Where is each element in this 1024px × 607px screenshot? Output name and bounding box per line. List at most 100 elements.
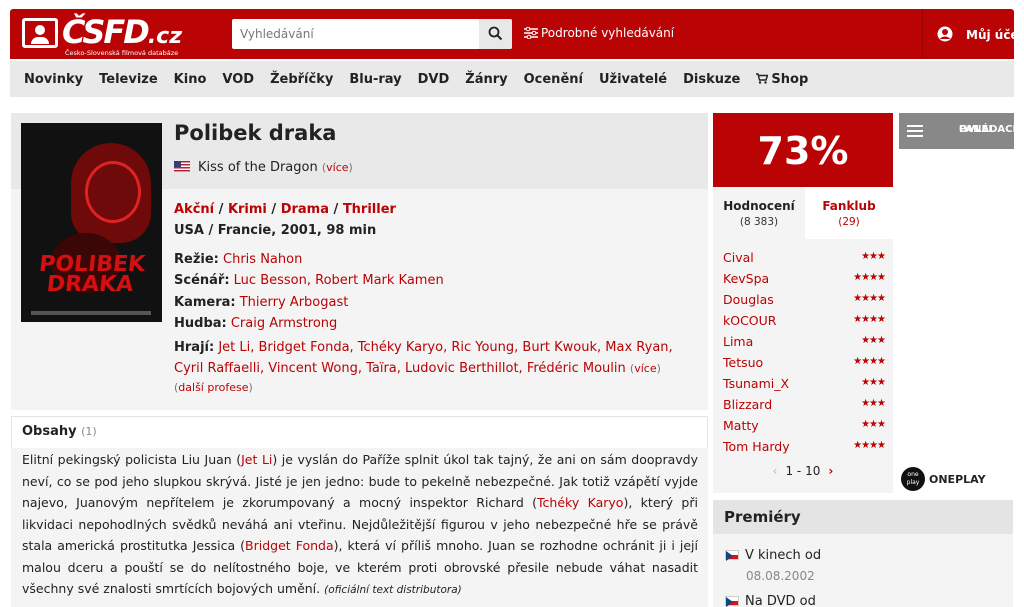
search-icon [488,26,503,41]
control-panel-button[interactable]: OVLÁDACÍ PANEL [899,113,1016,149]
rating-user-link[interactable]: Tsunami_X [723,376,789,391]
credit-name-link[interactable]: Craig Armstrong [231,316,337,331]
rating-user-link[interactable]: Tom Hardy [723,439,790,454]
rating-stars: ★★★ [861,377,886,388]
tab-ratings[interactable]: Hodnocení (8 383) [713,187,805,239]
rating-row: Tsunami_X ★★★ [723,374,886,395]
other-professions: (další profese) [174,381,253,394]
menu-lines-icon [907,125,923,137]
rating-user-link[interactable]: Douglas [723,292,774,307]
actor-link[interactable]: Tchéky Karyo [537,495,623,510]
credit-name-link[interactable]: Luc Besson, Robert Mark Kamen [234,273,444,288]
rating-row: kOCOUR ★★★★ [723,311,886,332]
menu-item-uzivatele[interactable]: Uživatelé [599,72,667,87]
menu-item-diskuze[interactable]: Diskuze [683,72,740,87]
rating-user-link[interactable]: Blizzard [723,397,772,412]
rating-row: Matty ★★★ [723,416,886,437]
menu-item-dvd[interactable]: DVD [418,72,450,87]
rating-row: Douglas ★★★★ [723,290,886,311]
rating-row: Tetsuo ★★★★ [723,353,886,374]
menu-item-televize[interactable]: Televize [99,72,158,87]
poster-art-dragon [71,143,151,243]
actor-link[interactable]: Bridget Fonda [245,538,334,553]
logo-tagline: Česko-Slovenská filmová databáze [65,49,179,57]
more-cast-link[interactable]: více [634,362,656,375]
credit-music: Hudba: Craig Armstrong [174,316,338,331]
rating-user-link[interactable]: Lima [723,334,753,349]
csfd-logo[interactable]: ČSFD.cz Česko-Slovenská filmová databáze [22,13,192,57]
premiere-cinema: V kinech od [725,548,821,563]
tab-fanclub[interactable]: Fanklub (29) [805,187,893,239]
plot-header [11,416,708,448]
rating-user-link[interactable]: KevSpa [723,271,769,286]
user-icon [937,26,953,42]
rating-stars: ★★★★ [853,356,886,367]
rating-user-link[interactable]: kOCOUR [723,313,776,328]
rating-stars: ★★★ [861,251,886,262]
menu-item-zebricky[interactable]: Žebříčky [270,72,333,87]
account-button[interactable]: Můj účet [922,9,1024,59]
more-titles-link[interactable]: více [326,161,348,174]
search-box [232,19,512,49]
main-menu: Novinky Televize Kino VOD Žebříčky Blu-r… [10,61,1014,97]
oneplay-link[interactable]: one play ONEPLAY [899,467,1014,493]
menu-item-bluray[interactable]: Blu-ray [349,72,401,87]
credit-camera: Kamera: Thierry Arbogast [174,295,349,310]
menu-item-oceneni[interactable]: Ocenění [524,72,583,87]
poster-credits-strip [31,311,151,315]
actor-link[interactable]: Jet Li [241,452,272,467]
oneplay-logo: one play [901,467,925,491]
search-input[interactable] [232,19,480,49]
genre-link[interactable]: Thriller [343,202,396,217]
credit-cast: Hrají: Jet Li, Bridget Fonda, Tchéky Kar… [174,340,673,376]
genre-link[interactable]: Akční [174,202,214,217]
cz-flag-icon [725,596,739,607]
us-flag-icon [174,161,190,172]
credit-director: Režie: Chris Nahon [174,252,303,267]
plot-source: (oficiální text distributora) [324,584,462,596]
genre-link[interactable]: Krimi [228,202,267,217]
cast-links[interactable]: Jet Li, Bridget Fonda, Tchéky Karyo, Ric… [174,340,673,376]
premiere-cinema-date: 08.08.2002 [746,569,815,583]
genres: Akční / Krimi / Drama / Thriller [174,202,396,217]
credit-name-link[interactable]: Chris Nahon [223,252,302,267]
user-ratings-list: Cival ★★★ KevSpa ★★★★ Douglas ★★★★ kOCOUR ★★★★ L… [723,248,886,458]
rating-user-link[interactable]: Cival [723,250,754,265]
rating-stars: ★★★ [861,398,886,409]
rating-row: Tom Hardy ★★★★ [723,437,886,458]
logo-wordmark: ČSFD.cz [62,13,183,51]
advanced-search-link[interactable]: Podrobné vyhledávání [524,26,674,40]
film-title: Polibek draka [174,121,337,145]
search-button[interactable] [479,19,512,49]
rating-user-link[interactable]: Matty [723,418,759,433]
rating-row: Blizzard ★★★ [723,395,886,416]
genre-link[interactable]: Drama [281,202,329,217]
film-person-icon [22,18,58,48]
menu-item-zanry[interactable]: Žánry [465,72,507,87]
prev-page-icon[interactable]: ‹ [773,464,778,478]
menu-item-shop[interactable]: Shop [756,72,808,87]
menu-item-vod[interactable]: VOD [222,72,254,87]
rating-stars: ★★★ [861,419,886,430]
other-professions-link[interactable]: další profese [178,381,248,394]
original-title: Kiss of the Dragon (více) [174,160,353,175]
rating-row: Lima ★★★ [723,332,886,353]
rating-stars: ★★★★ [853,272,886,283]
ratings-pager: ‹ 1 - 10 › [772,464,834,478]
credit-name-link[interactable]: Thierry Arbogast [240,295,349,310]
cart-icon [756,72,769,84]
poster-title: POLIBEK DRAKA [37,252,147,297]
film-origin: USA / Francie, 2001, 98 min [174,223,377,238]
menu-item-kino[interactable]: Kino [174,72,207,87]
rating-row: Cival ★★★ [723,248,886,269]
rating-stars: ★★★ [861,335,886,346]
rating-row: KevSpa ★★★★ [723,269,886,290]
rating-user-link[interactable]: Tetsuo [723,355,763,370]
film-poster[interactable]: POLIBEK DRAKA [21,123,162,322]
next-page-icon[interactable]: › [828,464,833,478]
menu-item-novinky[interactable]: Novinky [24,72,83,87]
plot-text: Elitní pekingský policista Liu Juan (Jet… [22,452,698,596]
rating-stars: ★★★★ [853,314,886,325]
plot-title: Obsahy (1) [22,424,97,439]
rating-stars: ★★★★ [853,293,886,304]
